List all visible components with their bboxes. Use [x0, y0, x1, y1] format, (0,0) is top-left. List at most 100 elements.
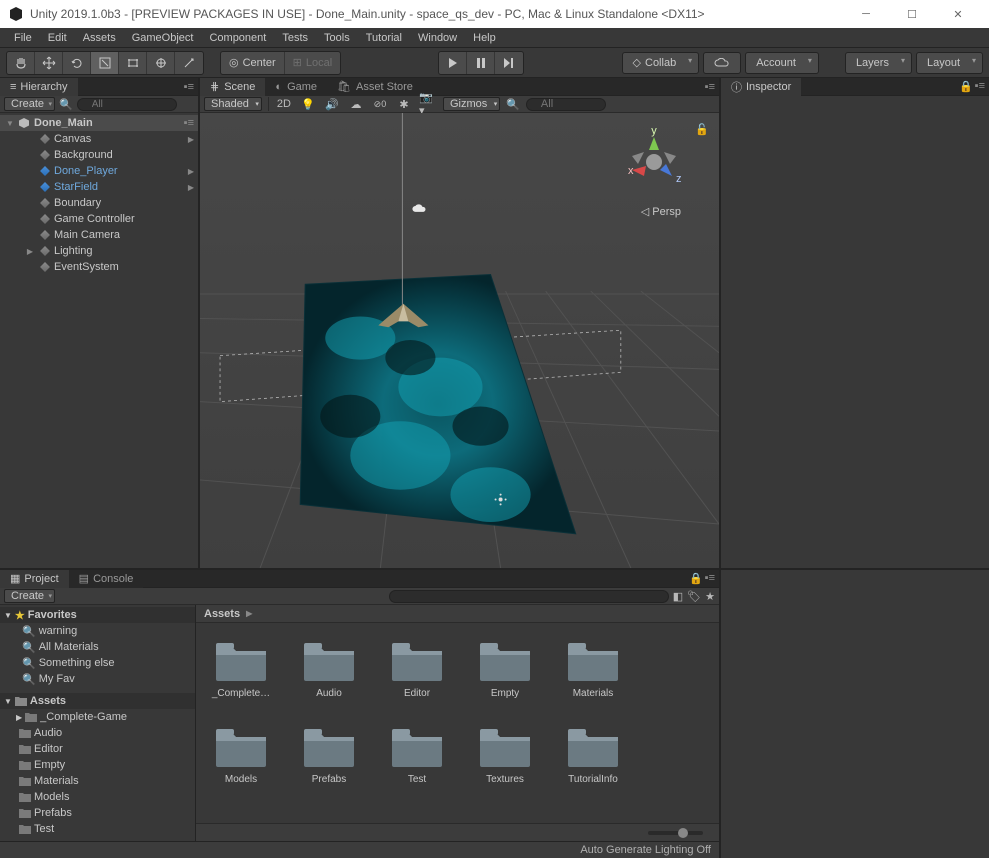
hidden-toggle[interactable]: ⊘0: [371, 97, 389, 111]
hierarchy-item[interactable]: StarField▶: [0, 179, 198, 195]
menu-edit[interactable]: Edit: [40, 30, 75, 46]
tab-hierarchy[interactable]: ≡Hierarchy: [0, 78, 78, 96]
asset-folder-item[interactable]: Materials: [0, 773, 195, 789]
fx-toggle[interactable]: ☁: [347, 97, 365, 111]
folder-item[interactable]: TutorialInfo: [564, 725, 622, 785]
tools-toggle[interactable]: ✱: [395, 97, 413, 111]
account-dropdown[interactable]: Account: [745, 52, 819, 74]
favorite-item[interactable]: 🔍All Materials: [0, 639, 195, 655]
hierarchy-item[interactable]: Game Controller: [0, 211, 198, 227]
asset-grid[interactable]: _Complete… Audio Editor Empty Materials Model…: [196, 623, 719, 823]
hierarchy-item[interactable]: Background: [0, 147, 198, 163]
tab-scene[interactable]: ⋕Scene: [200, 78, 265, 96]
folder-item[interactable]: Materials: [564, 639, 622, 699]
panel-menu-icon[interactable]: ▪≡: [705, 81, 715, 93]
rotate-tool[interactable]: [63, 52, 91, 74]
folder-item[interactable]: Editor: [388, 639, 446, 699]
favorites-header[interactable]: ▼★Favorites: [0, 607, 195, 623]
local-global-toggle[interactable]: ⊞ Local: [285, 52, 341, 74]
audio-toggle[interactable]: 🔊: [323, 97, 341, 111]
hierarchy-item[interactable]: ▶Lighting: [0, 243, 198, 259]
cloud-button[interactable]: [703, 52, 741, 74]
panel-menu-icon[interactable]: ▪≡: [705, 572, 715, 585]
play-button[interactable]: [439, 52, 467, 74]
hierarchy-tree[interactable]: ▼ Done_Main ▪≡ Canvas▶BackgroundDone_Pla…: [0, 113, 198, 568]
lock-icon[interactable]: 🔒: [689, 572, 703, 585]
hierarchy-search-input[interactable]: [77, 98, 177, 111]
lock-icon[interactable]: 🔒: [959, 80, 973, 93]
favorite-icon[interactable]: ★: [705, 590, 715, 603]
scene-viewport[interactable]: y x z 🔓 ◁ Persp: [200, 113, 719, 568]
close-button[interactable]: ✕: [935, 0, 981, 28]
assets-header[interactable]: ▼Assets: [0, 693, 195, 709]
panel-menu-icon[interactable]: ▪≡: [184, 81, 194, 93]
hand-tool[interactable]: [7, 52, 35, 74]
hierarchy-create-button[interactable]: Create: [4, 97, 55, 111]
menu-file[interactable]: File: [6, 30, 40, 46]
asset-folder-item[interactable]: Models: [0, 789, 195, 805]
custom-tool[interactable]: [175, 52, 203, 74]
2d-toggle[interactable]: 2D: [275, 97, 293, 111]
asset-folder-item[interactable]: Test: [0, 821, 195, 837]
tab-inspector[interactable]: ⓘInspector: [721, 78, 801, 96]
transform-tool[interactable]: [147, 52, 175, 74]
hierarchy-item[interactable]: EventSystem: [0, 259, 198, 275]
maximize-button[interactable]: ☐: [889, 0, 935, 28]
pivot-center-toggle[interactable]: ◎ Center: [221, 52, 285, 74]
layout-dropdown[interactable]: Layout: [916, 52, 983, 74]
gizmos-dropdown[interactable]: Gizmos: [443, 97, 500, 111]
move-tool[interactable]: [35, 52, 63, 74]
menu-gameobject[interactable]: GameObject: [124, 30, 202, 46]
menu-tools[interactable]: Tools: [316, 30, 358, 46]
folder-item[interactable]: Test: [388, 725, 446, 785]
folder-item[interactable]: _Complete…: [212, 639, 270, 699]
asset-folder-item[interactable]: Empty: [0, 757, 195, 773]
layers-dropdown[interactable]: Layers: [845, 52, 912, 74]
menu-assets[interactable]: Assets: [75, 30, 124, 46]
panel-menu-icon[interactable]: ▪≡: [975, 80, 985, 93]
scene-row[interactable]: ▼ Done_Main ▪≡: [0, 115, 198, 131]
hierarchy-item[interactable]: Main Camera: [0, 227, 198, 243]
filter-icon[interactable]: ◧: [673, 590, 683, 603]
folder-item[interactable]: Prefabs: [300, 725, 358, 785]
scene-search-input[interactable]: [526, 98, 606, 111]
folder-item[interactable]: Textures: [476, 725, 534, 785]
breadcrumb[interactable]: Assets▶: [196, 605, 719, 623]
folder-item[interactable]: Audio: [300, 639, 358, 699]
favorite-item[interactable]: 🔍warning: [0, 623, 195, 639]
folder-item[interactable]: Empty: [476, 639, 534, 699]
favorite-item[interactable]: 🔍My Fav: [0, 671, 195, 687]
tab-game[interactable]: ◐Game: [265, 78, 327, 96]
favorite-item[interactable]: 🔍Something else: [0, 655, 195, 671]
menu-component[interactable]: Component: [201, 30, 274, 46]
lock-icon[interactable]: 🔓: [695, 123, 709, 136]
tab-project[interactable]: ▦Project: [0, 570, 69, 588]
projection-label[interactable]: ◁ Persp: [641, 205, 681, 218]
minimize-button[interactable]: ─: [843, 0, 889, 28]
filter-type-icon[interactable]: 🏷: [687, 590, 701, 603]
asset-folder-item[interactable]: Prefabs: [0, 805, 195, 821]
hierarchy-item[interactable]: Boundary: [0, 195, 198, 211]
grid-size-slider[interactable]: [648, 831, 703, 835]
project-create-button[interactable]: Create: [4, 589, 55, 603]
hierarchy-item[interactable]: Canvas▶: [0, 131, 198, 147]
asset-folder-item[interactable]: Editor: [0, 741, 195, 757]
asset-folder-item[interactable]: ▶_Complete-Game: [0, 709, 195, 725]
asset-folder-item[interactable]: Audio: [0, 725, 195, 741]
orientation-gizmo[interactable]: y x z: [619, 127, 689, 197]
menu-window[interactable]: Window: [410, 30, 465, 46]
tab-asset-store[interactable]: 🛍Asset Store: [327, 78, 423, 96]
lighting-toggle[interactable]: 💡: [299, 97, 317, 111]
step-button[interactable]: [495, 52, 523, 74]
tab-console[interactable]: ▤Console: [69, 570, 144, 588]
hierarchy-item[interactable]: Done_Player▶: [0, 163, 198, 179]
rect-tool[interactable]: [119, 52, 147, 74]
shading-mode-dropdown[interactable]: Shaded: [204, 97, 262, 111]
menu-tests[interactable]: Tests: [274, 30, 316, 46]
scale-tool[interactable]: [91, 52, 119, 74]
collab-dropdown[interactable]: ◇ Collab: [622, 52, 700, 74]
folder-item[interactable]: Models: [212, 725, 270, 785]
camera-toggle[interactable]: 📷▾: [419, 97, 437, 111]
pause-button[interactable]: [467, 52, 495, 74]
menu-tutorial[interactable]: Tutorial: [358, 30, 410, 46]
